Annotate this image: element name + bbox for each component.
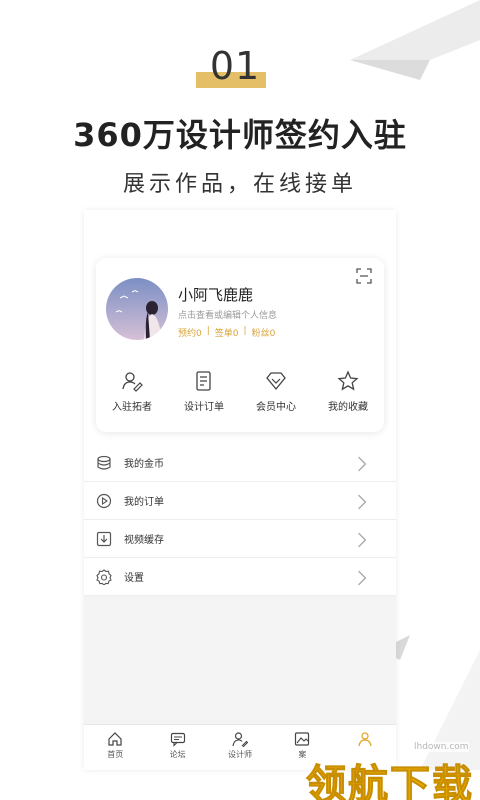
download-icon: [96, 531, 112, 546]
menu-item-coins[interactable]: 我的金币: [84, 444, 396, 482]
quick-actions: 入驻拓者 设计订单 会员中心 我的收藏: [96, 370, 384, 413]
menu-item-label: 我的订单: [124, 497, 164, 508]
avatar[interactable]: [106, 278, 168, 340]
menu-item-settings[interactable]: 设置: [84, 558, 396, 596]
chevron-right-icon: [358, 456, 367, 472]
tab-label: 首页: [107, 750, 124, 759]
watermark-url: lhdown.com: [414, 742, 469, 752]
menu-item-label: 我的金币: [124, 459, 164, 470]
user-stats: 预约0 | 签单0 | 粉丝0: [178, 326, 275, 339]
stat-appointments[interactable]: 预约0: [178, 326, 202, 339]
coins-icon: [97, 455, 111, 470]
diamond-icon: [266, 372, 286, 391]
hero-headline: 360万设计师签约入驻: [73, 116, 407, 154]
user-edit-icon: [122, 372, 143, 392]
scan-icon[interactable]: [356, 268, 372, 284]
user-edit-hint[interactable]: 点击查看或编辑个人信息: [178, 308, 277, 321]
quick-action-label: 设计订单: [184, 402, 224, 413]
tab-designer[interactable]: 设计师: [209, 725, 271, 770]
menu-item-orders[interactable]: 我的订单: [84, 482, 396, 520]
menu-item-label: 视频缓存: [124, 535, 164, 546]
profile-area: 小阿飞鹿鹿 点击查看或编辑个人信息 预约0 | 签单0 | 粉丝0 入驻拓者 设…: [84, 210, 396, 596]
hero-subline: 展示作品，在线接单: [122, 172, 357, 197]
quick-action-label: 我的收藏: [328, 402, 368, 413]
chevron-right-icon: [358, 532, 367, 548]
tab-forum[interactable]: 论坛: [146, 725, 208, 770]
settings-menu: 我的金币 我的订单 视频缓存 设置: [84, 444, 396, 596]
home-icon: [108, 732, 122, 746]
watermark-logo: 领航下载: [306, 762, 474, 800]
tab-label: 论坛: [169, 750, 186, 759]
tab-label: 设计师: [228, 750, 253, 759]
menu-item-video-cache[interactable]: 视频缓存: [84, 520, 396, 558]
play-circle-icon: [96, 493, 112, 508]
designer-icon: [232, 732, 249, 747]
step-number: 01: [190, 44, 290, 94]
stat-separator: |: [206, 326, 210, 336]
stat-separator: |: [243, 326, 247, 336]
profile-card[interactable]: 小阿飞鹿鹿 点击查看或编辑个人信息 预约0 | 签单0 | 粉丝0 入驻拓者 设…: [96, 258, 384, 432]
menu-item-label: 设置: [124, 573, 144, 584]
user-name[interactable]: 小阿飞鹿鹿: [178, 284, 253, 305]
quick-action-orders[interactable]: 设计订单: [168, 370, 240, 413]
step-number-text: 01: [209, 44, 261, 88]
chat-icon: [170, 732, 185, 747]
chevron-right-icon: [358, 570, 367, 586]
quick-action-join[interactable]: 入驻拓者: [96, 370, 168, 413]
phone-mockup: 小阿飞鹿鹿 点击查看或编辑个人信息 预约0 | 签单0 | 粉丝0 入驻拓者 设…: [84, 210, 396, 770]
tab-home[interactable]: 首页: [84, 725, 146, 770]
watermark: lhdown.com 领航下载: [300, 738, 480, 800]
quick-action-favorites[interactable]: 我的收藏: [312, 370, 384, 413]
document-icon: [196, 371, 211, 391]
quick-action-label: 入驻拓者: [112, 402, 152, 413]
stat-fans[interactable]: 粉丝0: [252, 326, 276, 339]
chevron-right-icon: [358, 494, 367, 510]
hero-section: 01 360万设计师签约入驻 展示作品，在线接单: [0, 44, 480, 198]
gear-icon: [96, 568, 112, 585]
stat-contracts[interactable]: 签单0: [215, 326, 239, 339]
star-icon: [337, 370, 359, 391]
quick-action-label: 会员中心: [256, 402, 296, 413]
quick-action-vip[interactable]: 会员中心: [240, 370, 312, 413]
